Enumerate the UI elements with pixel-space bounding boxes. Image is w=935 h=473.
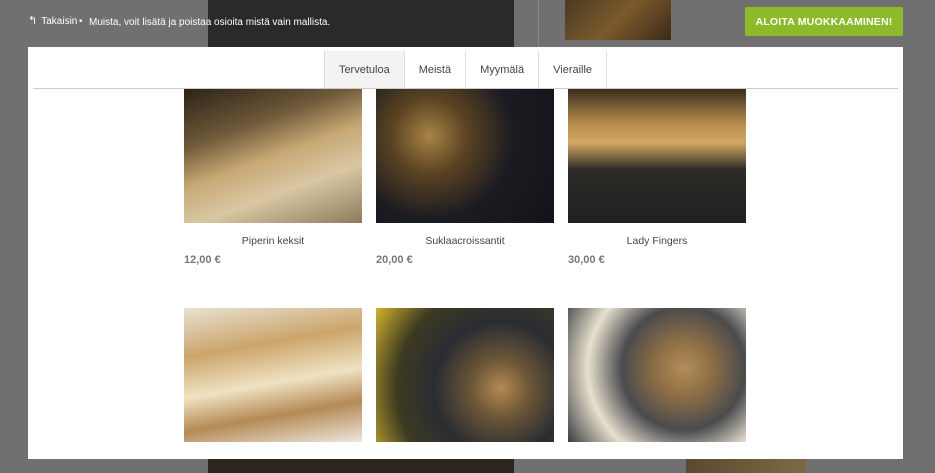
back-link[interactable]: ↰ Takaisin [28,15,78,28]
product-price: 20,00 € [376,254,413,266]
product-card[interactable]: Lady Fingers 30,00 € [568,89,746,266]
product-image[interactable] [568,89,746,223]
tab-tervetuloa[interactable]: Tervetuloa [324,51,405,88]
background-block [208,459,514,473]
preview-topbar: ↰ Takaisin • Muista, voit lisätä ja pois… [0,0,935,47]
product-image[interactable] [184,308,362,442]
back-arrow-icon: ↰ [28,15,38,27]
product-card[interactable]: Piperin keksit 12,00 € [184,89,362,266]
product-image[interactable] [184,89,362,223]
product-card[interactable] [568,308,746,442]
start-editing-button[interactable]: ALOITA MUOKKAAMINEN! [745,7,903,36]
tab-vieraille[interactable]: Vieraille [539,51,608,88]
product-card[interactable] [376,308,554,442]
tab-myymala[interactable]: Myymälä [466,51,540,88]
product-image[interactable] [568,308,746,442]
product-card[interactable]: Suklaacroissantit 20,00 € [376,89,554,266]
tab-meista[interactable]: Meistä [405,51,467,88]
product-image[interactable] [376,308,554,442]
template-preview: Tervetuloa Meistä Myymälä Vieraille Pipe… [28,47,903,459]
product-card[interactable] [184,308,362,442]
product-name[interactable]: Suklaacroissantit [376,235,554,247]
site-navigation: Tervetuloa Meistä Myymälä Vieraille [28,51,903,88]
hint-text: Muista, voit lisätä ja poistaa osioita m… [89,17,331,28]
background-image [686,459,806,473]
product-name[interactable]: Piperin keksit [184,235,362,247]
product-price: 12,00 € [184,254,221,266]
separator-dot: • [79,16,83,27]
product-image[interactable] [376,89,554,223]
back-label: Takaisin [41,16,78,27]
product-name[interactable]: Lady Fingers [568,235,746,247]
product-price: 30,00 € [568,254,605,266]
